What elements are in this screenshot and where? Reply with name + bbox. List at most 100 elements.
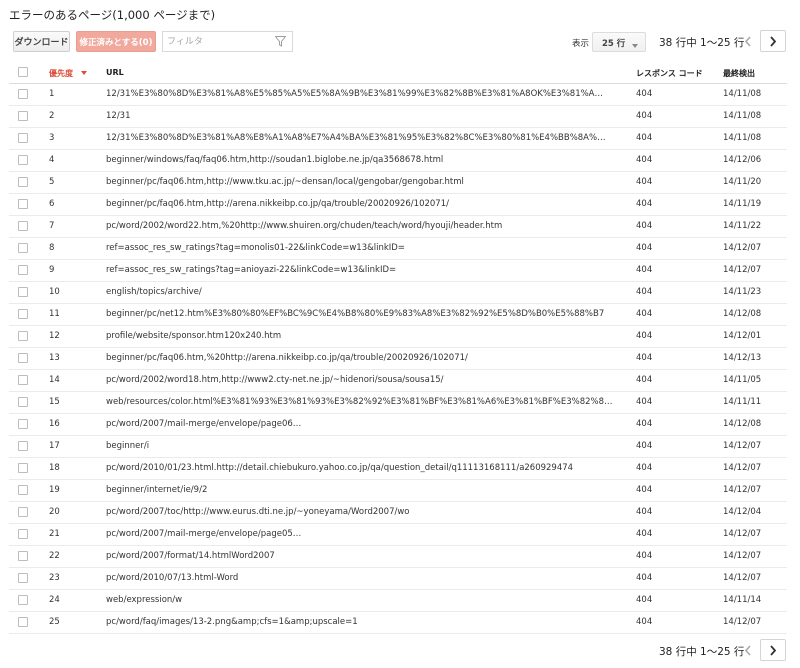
row-url[interactable]: pc/word/2010/07/13.html-Word <box>106 573 634 583</box>
rows-per-page-value: 25 行 <box>602 39 626 49</box>
table-row[interactable]: 12 profile/website/sponsor.htm120x240.htm… <box>9 326 787 348</box>
table-row[interactable]: 4 beginner/windows/faq/faq06.htm,http://s… <box>9 150 787 172</box>
row-url[interactable]: beginner/i <box>106 441 634 451</box>
table-row[interactable]: 10 english/topics/archive/404 14/11/23 <box>9 282 787 304</box>
filter-box[interactable] <box>162 31 293 52</box>
table-row[interactable]: 8 ref=assoc_res_sw_ratings?tag=monolis01-… <box>9 238 787 260</box>
chevron-down-icon <box>632 41 638 51</box>
select-all-checkbox[interactable] <box>18 67 28 77</box>
row-url[interactable]: pc/word/faq/images/13-2.png&amp;cfs=1&am… <box>106 617 634 627</box>
filter-input[interactable] <box>163 32 275 51</box>
mark-fixed-button[interactable]: 修正済みとする(0) <box>76 31 156 52</box>
row-checkbox[interactable] <box>18 243 28 253</box>
table-row[interactable]: 7 pc/word/2002/word22.htm,%20http://www.s… <box>9 216 787 238</box>
row-checkbox[interactable] <box>18 89 28 99</box>
prev-page-button[interactable] <box>735 30 761 52</box>
row-url[interactable]: ref=assoc_res_sw_ratings?tag=monolis01-2… <box>106 243 634 253</box>
row-checkbox[interactable] <box>18 353 28 363</box>
table-row[interactable]: 11 beginner/pc/net12.htm%E3%80%80%EF%BC%9… <box>9 304 787 326</box>
row-checkbox[interactable] <box>18 331 28 341</box>
row-checkbox[interactable] <box>18 133 28 143</box>
table-row[interactable]: 16 pc/word/2007/mail-merge/envelope/page0… <box>9 414 787 436</box>
table-row[interactable]: 9 ref=assoc_res_sw_ratings?tag=anioyazi-2… <box>9 260 787 282</box>
row-checkbox[interactable] <box>18 507 28 517</box>
table-row[interactable]: 18 pc/word/2010/01/23.html.http://detail.… <box>9 458 787 480</box>
row-url[interactable]: pc/word/2007/mail-merge/envelope/page05… <box>106 529 634 539</box>
row-checkbox[interactable] <box>18 419 28 429</box>
row-url[interactable]: web/expression/w <box>106 595 634 605</box>
row-url[interactable]: 12/31%E3%80%8D%E3%81%A8%E5%85%A5%E5%8A%9… <box>106 89 634 99</box>
table-row[interactable]: 20 pc/word/2007/toc/http://www.eurus.dti.… <box>9 502 787 524</box>
row-checkbox[interactable] <box>18 441 28 451</box>
row-url[interactable]: beginner/pc/faq06.htm,http://arena.nikke… <box>106 199 634 209</box>
row-checkbox[interactable] <box>18 551 28 561</box>
row-response-code: 404 <box>636 221 653 231</box>
table-row[interactable]: 5 beginner/pc/faq06.htm,http://www.tku.ac… <box>9 172 787 194</box>
row-url[interactable]: pc/word/2002/word22.htm,%20http://www.sh… <box>106 221 634 231</box>
row-checkbox[interactable] <box>18 155 28 165</box>
table-row[interactable]: 24 web/expression/w 404 14/11/14 <box>9 590 787 612</box>
table-row[interactable]: 6 beginner/pc/faq06.htm,http://arena.nikk… <box>9 194 787 216</box>
row-url[interactable]: pc/word/2010/01/23.html.http://detail.ch… <box>106 463 634 473</box>
row-checkbox[interactable] <box>18 529 28 539</box>
row-checkbox[interactable] <box>18 595 28 605</box>
row-checkbox[interactable] <box>18 287 28 297</box>
table-row[interactable]: 21 pc/word/2007/mail-merge/envelope/page0… <box>9 524 787 546</box>
row-checkbox[interactable] <box>18 463 28 473</box>
row-url[interactable]: 12/31 <box>106 111 634 121</box>
row-detected-date: 14/12/07 <box>723 529 762 539</box>
table-row[interactable]: 23 pc/word/2010/07/13.html-Word 404 14/12/0… <box>9 568 787 590</box>
download-button[interactable]: ダウンロード <box>13 31 70 52</box>
footer-prev-page-button[interactable] <box>735 639 761 661</box>
row-url[interactable]: pc/word/2007/toc/http://www.eurus.dti.ne… <box>106 507 634 517</box>
table-row[interactable]: 2 12/31 404 14/11/08 <box>9 106 787 128</box>
row-url[interactable]: beginner/pc/net12.htm%E3%80%80%EF%BC%9C%… <box>106 309 634 319</box>
row-checkbox[interactable] <box>18 573 28 583</box>
row-url[interactable]: beginner/windows/faq/faq06.htm,http://so… <box>106 155 634 165</box>
footer-next-page-button[interactable] <box>760 639 786 661</box>
table-row[interactable]: 25 pc/word/faq/images/13-2.png&amp;cfs=1&… <box>9 612 787 634</box>
row-checkbox[interactable] <box>18 617 28 627</box>
detected-column-header[interactable]: 最終検出 <box>723 68 755 79</box>
table-row[interactable]: 17 beginner/i 404 14/12/07 <box>9 436 787 458</box>
row-number: 15 <box>49 397 60 407</box>
row-number: 18 <box>49 463 60 473</box>
row-checkbox[interactable] <box>18 111 28 121</box>
row-response-code: 404 <box>636 111 653 121</box>
row-url[interactable]: pc/word/2007/format/14.htmlWord2007 <box>106 551 634 561</box>
filter-funnel-icon[interactable] <box>274 36 287 50</box>
table-row[interactable]: 22 pc/word/2007/format/14.htmlWord2007 404… <box>9 546 787 568</box>
row-checkbox[interactable] <box>18 397 28 407</box>
table-row[interactable]: 3 12/31%E3%80%8D%E3%81%A8%E8%A1%A8%E7%A4%… <box>9 128 787 150</box>
row-url[interactable]: beginner/pc/faq06.htm,http://www.tku.ac.… <box>106 177 634 187</box>
row-checkbox[interactable] <box>18 265 28 275</box>
row-url[interactable]: profile/website/sponsor.htm120x240.htm <box>106 331 634 341</box>
next-page-button[interactable] <box>760 30 786 52</box>
row-response-code: 404 <box>636 353 653 363</box>
row-checkbox[interactable] <box>18 199 28 209</box>
row-checkbox[interactable] <box>18 221 28 231</box>
table-row[interactable]: 15 web/resources/color.html%E3%81%93%E3%8… <box>9 392 787 414</box>
row-url[interactable]: pc/word/2007/mail-merge/envelope/page06… <box>106 419 634 429</box>
rows-per-page-select[interactable]: 25 行 <box>592 32 646 52</box>
row-checkbox[interactable] <box>18 375 28 385</box>
response-code-column-header[interactable]: レスポンス コード <box>636 68 703 79</box>
url-column-header[interactable]: URL <box>106 68 634 77</box>
row-url[interactable]: beginner/internet/ie/9/2 <box>106 485 634 495</box>
table-row[interactable]: 19 beginner/internet/ie/9/2 404 14/12/07 <box>9 480 787 502</box>
row-url[interactable]: beginner/pc/faq06.htm,%20http://arena.ni… <box>106 353 634 363</box>
row-url[interactable]: pc/word/2002/word18.htm,http://www2.cty-… <box>106 375 634 385</box>
row-checkbox[interactable] <box>18 177 28 187</box>
table-row[interactable]: 13 beginner/pc/faq06.htm,%20http://arena.… <box>9 348 787 370</box>
row-number: 19 <box>49 485 60 495</box>
row-detected-date: 14/12/07 <box>723 573 762 583</box>
row-url[interactable]: english/topics/archive/ <box>106 287 634 297</box>
row-url[interactable]: web/resources/color.html%E3%81%93%E3%81%… <box>106 397 634 407</box>
row-checkbox[interactable] <box>18 309 28 319</box>
row-url[interactable]: 12/31%E3%80%8D%E3%81%A8%E8%A1%A8%E7%A4%B… <box>106 133 634 143</box>
table-row[interactable]: 1 12/31%E3%80%8D%E3%81%A8%E5%85%A5%E5%8A%… <box>9 84 787 106</box>
row-checkbox[interactable] <box>18 485 28 495</box>
priority-column-header[interactable]: 優先度 <box>49 68 87 79</box>
table-row[interactable]: 14 pc/word/2002/word18.htm,http://www2.ct… <box>9 370 787 392</box>
row-url[interactable]: ref=assoc_res_sw_ratings?tag=anioyazi-22… <box>106 265 634 275</box>
